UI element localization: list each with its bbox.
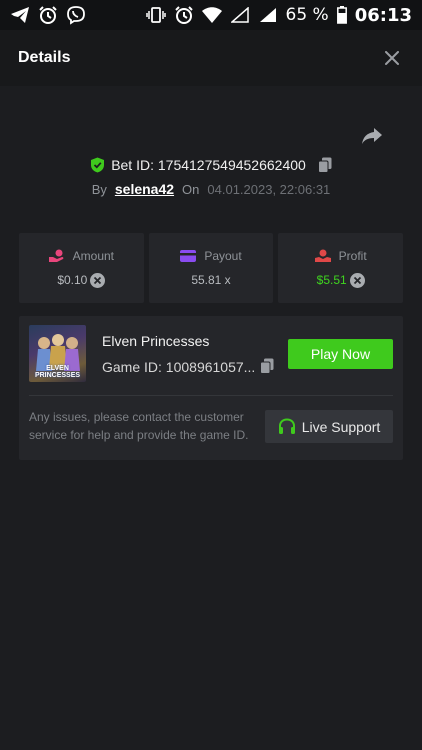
stat-label: Payout [204,249,242,263]
battery-percent: 65 % [285,5,329,25]
status-bar-left [10,5,86,25]
live-support-label: Live Support [301,418,381,435]
stat-label: Amount [72,248,115,263]
clock: 06:13 [354,4,412,26]
on-label: On [182,181,200,197]
close-circle-icon [349,272,365,288]
game-card: ELVEN PRINCESSES Elven Princesses Game I… [19,316,403,460]
copy-bet-id-button[interactable] [317,157,332,173]
details-header: Details [0,30,422,86]
bet-id: Bet ID: 1754127549452662400 [111,157,306,173]
divider [29,395,393,396]
game-id: Game ID: 1008961057... [102,359,256,375]
vibrate-icon [145,5,166,25]
close-circle-icon [90,272,106,288]
alarm-icon [174,5,194,25]
close-icon [385,51,399,65]
stat-payout: Payout 55.81 x [148,233,274,303]
viber-icon [66,5,86,25]
share-button[interactable] [358,122,386,150]
signal-icon [258,5,278,25]
close-button[interactable] [380,46,404,70]
signal-empty-icon [230,5,250,25]
game-thumbnail-title: ELVEN PRINCESSES [34,365,81,379]
telegram-icon [10,5,30,25]
status-bar: 65 % 06:13 [0,0,422,30]
shield-check-icon [90,157,105,173]
headset-icon [278,418,295,434]
bet-date: 04.01.2023, 22:06:31 [207,181,331,197]
bet-stats: Amount $0.10 Payout 55.81 x Profit $5.51 [19,233,404,303]
support-hint-text: Any issues, please contact the customer … [29,410,249,442]
copy-game-id-button[interactable] [260,358,276,376]
live-support-button[interactable]: Live Support [265,410,393,443]
stat-value: $5.51 [316,273,347,287]
copy-icon [317,157,332,173]
card-icon [180,250,197,262]
username-link[interactable]: selena42 [115,181,174,197]
battery-icon [336,5,347,25]
stat-value: $0.10 [57,273,88,287]
game-name: Elven Princesses [102,333,210,349]
bet-id-row: Bet ID: 1754127549452662400 [0,154,422,176]
coin-hand-icon [314,249,331,263]
stat-profit: Profit $5.51 [278,233,404,303]
share-icon [362,128,382,144]
stat-value: 55.81 x [191,273,231,287]
alarm-icon [38,5,58,25]
bet-owner-row: By selena42 On 04.01.2023, 22:06:31 [0,179,422,199]
game-thumbnail[interactable]: ELVEN PRINCESSES [29,325,86,382]
wifi-icon [201,5,222,25]
stat-amount: Amount $0.10 [19,233,144,303]
status-bar-right: 65 % 06:13 [145,4,412,26]
hand-coins-icon [48,249,65,263]
page-title: Details [18,49,71,66]
play-now-button[interactable]: Play Now [288,339,393,369]
stat-label: Profit [338,248,367,263]
copy-icon [260,358,274,374]
by-label: By [91,181,107,197]
